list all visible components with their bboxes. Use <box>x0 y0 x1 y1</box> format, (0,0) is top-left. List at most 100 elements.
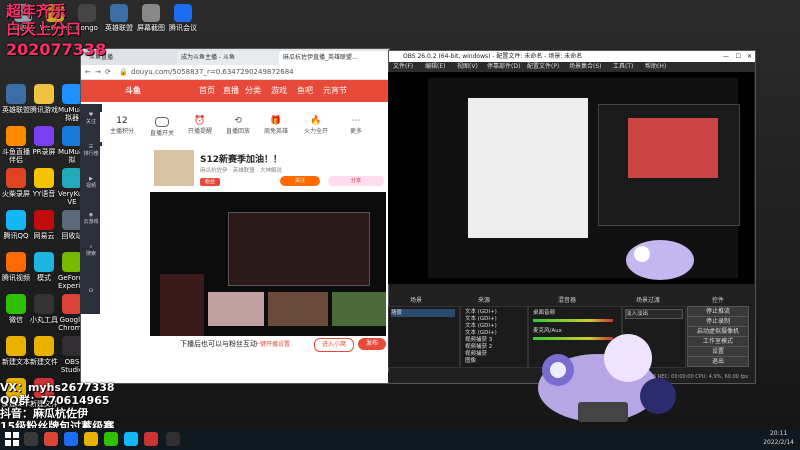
system-tray-clock[interactable]: 20:11 2022/2/14 <box>763 429 794 447</box>
desktop-icon[interactable]: 英雄联盟 <box>2 84 30 114</box>
overlay-qq-group: QQ群：770614965 <box>0 394 110 407</box>
dock-title-transition: 场景过渡 <box>636 297 661 304</box>
windows-start-icon[interactable] <box>4 431 20 447</box>
desktop-icon[interactable]: 腾讯视频 <box>2 252 30 282</box>
browser-tab-active[interactable]: 麻瓜杭佐伊直播_英雄联盟... <box>279 51 391 65</box>
menu-tools[interactable]: 工具(T) <box>613 62 633 72</box>
enter-nest-button[interactable]: 进入小窝 <box>314 338 354 352</box>
menu-help[interactable]: 帮助(H) <box>645 62 666 72</box>
browser-tab[interactable]: 成为斗鱼主播 - 斗鱼 <box>177 51 281 65</box>
stat-live-switch[interactable]: 直播开关 <box>150 116 174 137</box>
prompt-link[interactable]: 一键开播设置 <box>254 339 290 348</box>
desktop-icon[interactable]: 屏幕截图 <box>136 4 166 32</box>
nav-item[interactable]: 游戏 <box>271 80 287 102</box>
desktop-icon[interactable]: 新建文本 <box>2 336 30 366</box>
app-icon[interactable] <box>144 432 158 446</box>
search-icon[interactable] <box>24 432 38 446</box>
stream-headline: S12新赛季加油！！ <box>200 155 283 165</box>
rail-headset[interactable]: ☊ <box>80 288 102 294</box>
rail-search[interactable]: ⌕ 搜索 <box>80 244 102 257</box>
obs-icon[interactable] <box>166 432 180 446</box>
share-button[interactable]: 分享 <box>328 176 384 186</box>
app-icon <box>6 252 26 272</box>
publish-button[interactable]: 发布 <box>358 338 386 350</box>
app-icon <box>6 294 26 314</box>
menu-file[interactable]: 文件(F) <box>393 62 413 72</box>
app-icon <box>142 4 160 22</box>
stat-score[interactable]: 12 主播积分 <box>110 116 134 135</box>
video-thumb[interactable] <box>208 292 264 326</box>
nested-browser <box>468 98 588 238</box>
video-thumb[interactable] <box>332 292 386 326</box>
desktop-icon[interactable]: 腾讯会议 <box>168 4 198 32</box>
edge-icon[interactable] <box>64 432 78 446</box>
source-item[interactable]: 图像 <box>465 357 476 365</box>
nav-item[interactable]: 元宵节 <box>323 80 347 102</box>
desktop-icon[interactable]: 火柴录屏 <box>2 168 30 198</box>
desktop-icon-label: 腾讯游戏 <box>30 106 58 114</box>
publish-label: 发布 <box>365 340 378 347</box>
stat-fire[interactable]: 🔥 火力全开 <box>304 116 328 135</box>
back-icon[interactable]: ← <box>85 65 91 79</box>
stats-row: 12 主播积分 直播开关 ⏰ 开播提醒 ⟲ 直播回放 🎁 周免英雄 🔥 火力全开 ⋯ 更多 <box>100 112 388 142</box>
close-icon[interactable]: ✕ <box>747 51 752 62</box>
app-icon <box>34 126 54 146</box>
maximize-icon[interactable]: ☐ <box>736 51 741 62</box>
stat-more[interactable]: ⋯ 更多 <box>350 116 362 135</box>
stream-video-player[interactable] <box>150 192 386 342</box>
video-thumb[interactable] <box>268 292 328 326</box>
minimize-icon[interactable]: — <box>723 51 729 62</box>
promo-banner[interactable] <box>160 274 204 336</box>
scenes-dock: 场景 <box>388 306 460 368</box>
desktop-icon[interactable]: 腾讯游戏 <box>30 84 58 114</box>
wechat-icon[interactable] <box>104 432 118 446</box>
windows-taskbar: 20:11 2022/2/14 <box>0 428 800 450</box>
menu-scene-collection[interactable]: 场景集合(S) <box>569 62 602 72</box>
desktop-icon[interactable]: 模式 <box>30 252 58 282</box>
menu-view[interactable]: 视图(V) <box>457 62 478 72</box>
nav-item[interactable]: 首页 <box>199 80 215 102</box>
desktop-icon[interactable]: 新建文件 <box>30 336 58 366</box>
qq-icon[interactable] <box>124 432 138 446</box>
rail-rank[interactable]: ☰ 排行榜 <box>80 144 102 157</box>
stat-label: 火力全开 <box>304 128 329 135</box>
rail-video[interactable]: ▶ 视频 <box>80 176 102 189</box>
stat-label: 开播提醒 <box>188 128 213 135</box>
chrome-icon[interactable] <box>44 432 58 446</box>
desktop-icon-label: YY语音 <box>32 190 56 198</box>
desktop-icon[interactable]: 微信 <box>2 294 30 324</box>
explorer-icon[interactable] <box>84 432 98 446</box>
app-icon <box>62 294 82 314</box>
desktop-icon[interactable]: YY语音 <box>30 168 58 198</box>
desktop-icon[interactable]: 英雄联盟 <box>104 4 134 32</box>
reload-icon[interactable]: ⟳ <box>105 65 111 79</box>
app-icon <box>6 210 26 230</box>
scene-label: 场景 <box>391 310 403 316</box>
scene-item[interactable]: 场景 <box>391 309 455 317</box>
stat-replay[interactable]: ⟲ 直播回放 <box>226 116 250 135</box>
follow-button[interactable]: 关注 <box>280 176 320 186</box>
stat-hero[interactable]: 🎁 周免英雄 <box>264 116 288 135</box>
menu-docks[interactable]: 停靠部件(D) <box>487 62 520 72</box>
rail-follow[interactable]: ♥ 关注 <box>80 112 102 125</box>
desktop-icon[interactable]: 斗鱼直播伴侣 <box>2 126 30 164</box>
desktop-icon[interactable]: 网易云 <box>30 210 58 240</box>
streamer-avatar[interactable] <box>154 150 194 186</box>
nav-item[interactable]: 直播 <box>223 80 239 102</box>
address-bar[interactable]: ← → ⟳ 🔒 douyu.com/5058837_r=0.6347290249… <box>81 65 389 80</box>
rail-game[interactable]: ◉ 云游戏 <box>80 212 102 225</box>
app-icon <box>62 252 82 272</box>
desktop-icon[interactable]: 腾讯QQ <box>2 210 30 240</box>
overlay-info-block: VX：myhs2677338 QQ群：770614965 抖音：麻瓜杭佐伊 15… <box>0 381 115 433</box>
desktop-icon[interactable]: PR录屏 <box>30 126 58 156</box>
forward-icon[interactable]: → <box>95 65 101 79</box>
stat-value: 12 <box>116 116 128 126</box>
desktop-icon-label: 小丸工具 <box>30 316 58 324</box>
stat-reminder[interactable]: ⏰ 开播提醒 <box>188 116 212 135</box>
menu-edit[interactable]: 编辑(E) <box>425 62 445 72</box>
menu-profile[interactable]: 配置文件(P) <box>527 62 559 72</box>
desktop-icon[interactable]: 小丸工具 <box>30 294 58 324</box>
nav-item[interactable]: 分类 <box>245 80 261 102</box>
mixer-channel-label: 桌面音频 <box>533 310 556 316</box>
nav-item[interactable]: 鱼吧 <box>297 80 313 102</box>
